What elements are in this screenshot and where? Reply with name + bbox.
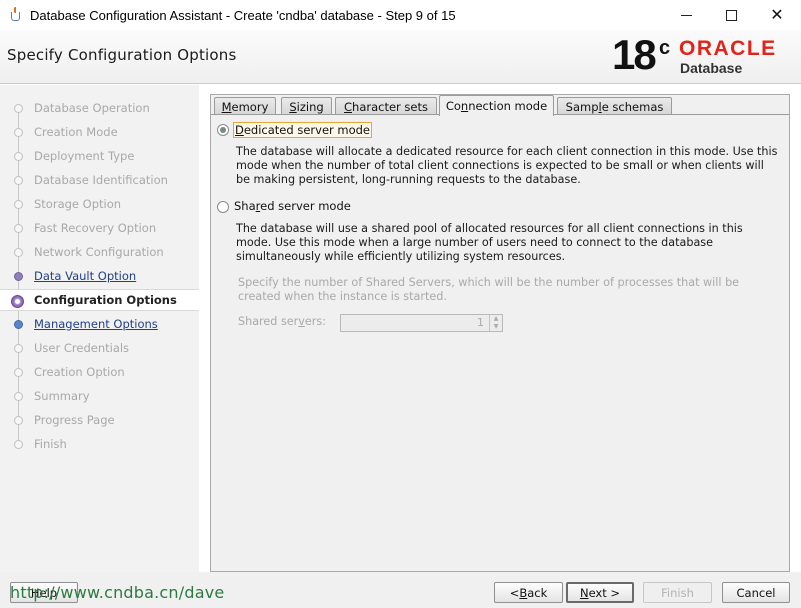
step-summary: Summary — [0, 385, 199, 407]
cancel-button[interactable]: Cancel — [722, 582, 790, 603]
step-status-icon — [14, 176, 23, 185]
step-label: User Credentials — [34, 341, 130, 355]
maximize-icon — [725, 9, 737, 21]
step-label: Management Options — [34, 317, 158, 331]
step-status-icon — [11, 295, 24, 308]
connection-mode-panel: Dedicated server mode The database will … — [211, 115, 789, 571]
step-user-credentials: User Credentials — [0, 337, 199, 359]
page-header: Specify Configuration Options 18 c ORACL… — [0, 30, 801, 84]
window-title: Database Configuration Assistant - Creat… — [30, 7, 456, 23]
step-label: Creation Mode — [34, 125, 118, 139]
spinner-up-icon[interactable]: ▲ — [490, 315, 502, 323]
step-label: Finish — [34, 437, 67, 451]
shared-server-description: The database will use a shared pool of a… — [236, 222, 743, 263]
step-status-icon — [14, 440, 23, 449]
logo-superscript: c — [659, 37, 671, 59]
step-status-icon — [14, 128, 23, 137]
maximize-button[interactable] — [708, 0, 754, 30]
finish-button[interactable]: Finish — [643, 582, 712, 603]
logo-product: Database — [680, 60, 743, 76]
dedicated-server-radio[interactable] — [217, 124, 229, 136]
step-creation-option: Creation Option — [0, 361, 199, 383]
step-network-configuration: Network Configuration — [0, 241, 199, 263]
step-status-icon — [14, 272, 23, 281]
step-status-icon — [14, 104, 23, 113]
step-label: Data Vault Option — [34, 269, 137, 283]
oracle-18c-logo: 18 c ORACLE Database — [612, 31, 797, 80]
minimize-icon — [680, 14, 692, 16]
configuration-panel: Memory Sizing Character sets Co n nection mod… — [210, 94, 790, 572]
step-label: Progress Page — [34, 413, 115, 427]
minimize-button[interactable] — [663, 0, 709, 30]
shared-servers-hint: Specify the number of Shared Servers, wh… — [238, 276, 740, 303]
tab-memory[interactable]: Memory — [214, 97, 276, 115]
step-status-icon — [14, 200, 23, 209]
logo-version: 18 — [612, 31, 657, 78]
spinner-down-icon[interactable]: ▼ — [490, 323, 502, 331]
close-icon: ✕ — [770, 5, 784, 24]
step-deployment-type: Deployment Type — [0, 145, 199, 167]
tab-connection-mode[interactable]: Co n nection mode — [439, 95, 554, 116]
step-status-icon — [14, 344, 23, 353]
step-data-vault-option[interactable]: Data Vault Option — [0, 265, 199, 287]
step-status-icon — [14, 224, 23, 233]
step-status-icon — [14, 416, 23, 425]
dedicated-server-description: The database will allocate a dedicated r… — [236, 145, 778, 186]
step-storage-option: Storage Option — [0, 193, 199, 215]
step-management-options[interactable]: Management Options — [0, 313, 199, 335]
step-label: Fast Recovery Option — [34, 221, 157, 235]
step-status-icon — [14, 392, 23, 401]
step-configuration-options: Configuration Options — [0, 289, 199, 311]
step-status-icon — [14, 320, 23, 329]
step-fast-recovery-option: Fast Recovery Option — [0, 217, 199, 239]
tab-sizing[interactable]: Sizing — [281, 97, 332, 115]
shared-server-radio[interactable] — [217, 201, 229, 213]
step-navigator: Database Operation Creation Mode Deploymen… — [0, 85, 199, 572]
logo-brand: ORACLE — [679, 37, 777, 60]
step-label: Storage Option — [34, 197, 122, 211]
step-label: Network Configuration — [34, 245, 164, 259]
dedicated-server-label[interactable]: Dedicated server mode — [233, 122, 373, 138]
step-creation-mode: Creation Mode — [0, 121, 199, 143]
back-button[interactable]: < Back — [494, 582, 563, 603]
tab-character-sets[interactable]: Character sets — [335, 97, 437, 115]
step-database-operation: Database Operation — [0, 97, 199, 119]
step-status-icon — [14, 152, 23, 161]
step-database-identification: Database Identification — [0, 169, 199, 191]
step-progress-page: Progress Page — [0, 409, 199, 431]
next-button[interactable]: Next > — [566, 582, 634, 603]
shared-servers-value: 1 — [477, 316, 484, 329]
step-label: Deployment Type — [34, 149, 135, 163]
window-titlebar: Database Configuration Assistant - Creat… — [0, 0, 801, 30]
shared-servers-spinner[interactable]: 1 ▲ ▼ — [340, 314, 503, 332]
step-label: Database Operation — [34, 101, 150, 115]
step-label: Creation Option — [34, 365, 125, 379]
step-label: Database Identification — [34, 173, 168, 187]
step-status-icon — [14, 248, 23, 257]
step-status-icon — [14, 368, 23, 377]
button-bar: Help http://www.cndba.cn/dave < Back Nex… — [0, 572, 801, 608]
close-button[interactable]: ✕ — [754, 0, 800, 30]
java-app-icon — [8, 7, 24, 23]
step-label: Configuration Options — [34, 293, 177, 307]
shared-servers-label: Shared servers: — [238, 315, 326, 328]
watermark-text: http://www.cndba.cn/dave — [10, 583, 225, 602]
shared-server-label[interactable]: Shared server mode — [234, 199, 351, 213]
tab-sample-schemas[interactable]: Samp l e schemas — [557, 97, 672, 115]
step-finish: Finish — [0, 433, 199, 455]
step-label: Summary — [34, 389, 90, 403]
page-title: Specify Configuration Options — [7, 46, 237, 64]
